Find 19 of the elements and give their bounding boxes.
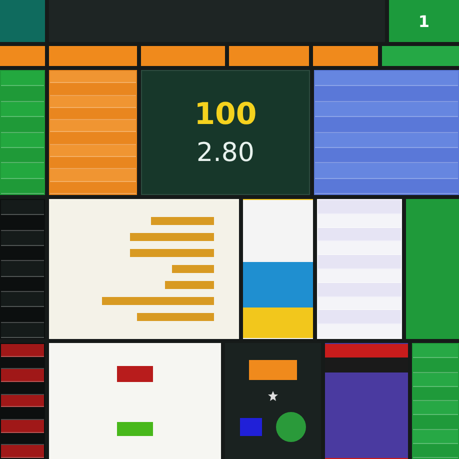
tab[interactable]	[0, 46, 45, 66]
tab[interactable]	[141, 46, 225, 66]
stop-button[interactable]	[240, 418, 262, 436]
tab[interactable]	[229, 46, 309, 66]
tab[interactable]	[49, 46, 137, 66]
go-button[interactable]	[276, 412, 306, 442]
counter-value: 1	[418, 12, 430, 30]
tab[interactable]	[382, 46, 459, 66]
metric-value: 2.80	[196, 138, 254, 168]
star-icon	[267, 390, 279, 402]
alert-button[interactable]	[117, 366, 153, 382]
header-tile	[0, 0, 45, 42]
chart-bar	[151, 217, 214, 225]
chart-bar	[172, 265, 214, 273]
chart-bar	[165, 281, 214, 289]
metric-value: 100	[194, 97, 257, 132]
action-button[interactable]	[249, 360, 297, 380]
tab[interactable]	[313, 46, 378, 66]
confirm-button[interactable]	[117, 422, 153, 436]
